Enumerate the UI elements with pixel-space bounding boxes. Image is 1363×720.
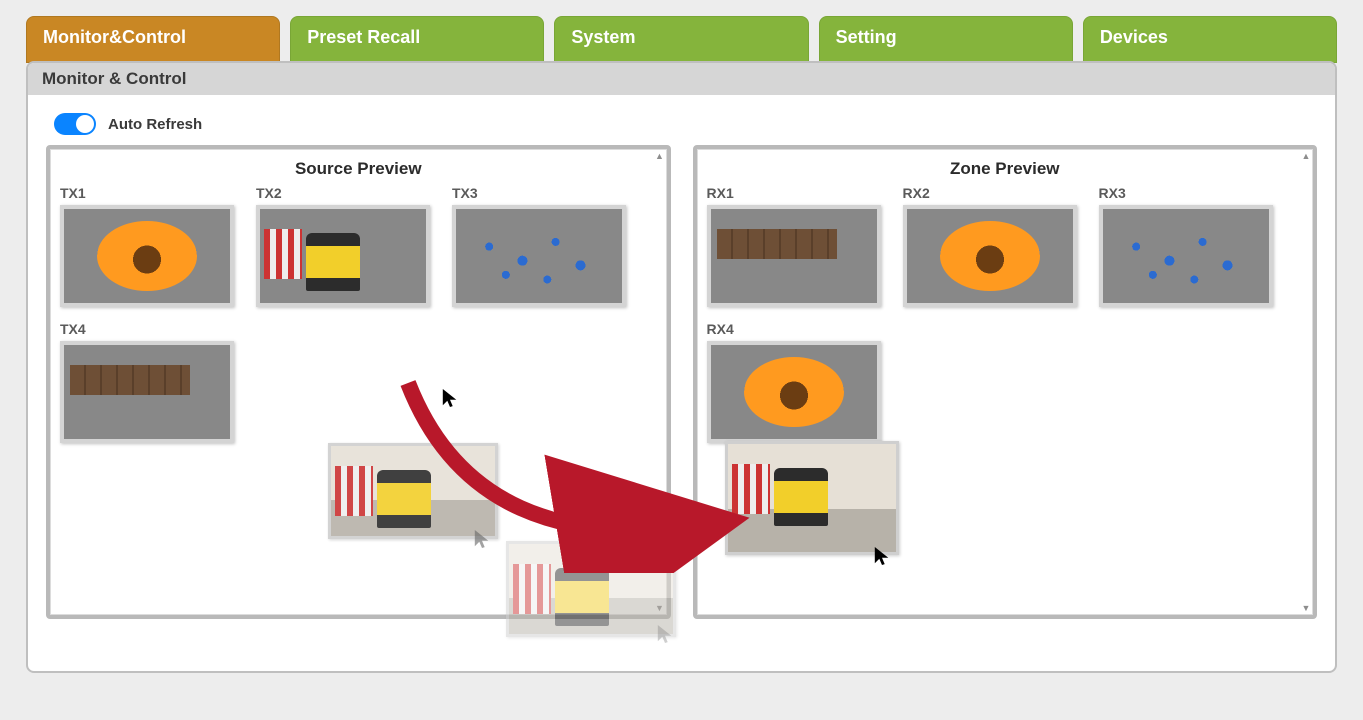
thumb-label: RX2	[903, 185, 1099, 201]
scroll-up-icon[interactable]: ▲	[655, 151, 665, 161]
source-thumb-tx2[interactable]: TX2	[256, 185, 452, 307]
zone-thumb-rx4[interactable]: RX4	[707, 321, 903, 443]
tab-label: System	[571, 27, 635, 48]
tabs: Monitor&Control Preset Recall System Set…	[26, 16, 1337, 63]
thumb-image	[452, 205, 626, 307]
panel-title: Monitor & Control	[28, 63, 1335, 95]
source-thumb-tx4[interactable]: TX4	[60, 321, 256, 443]
tab-label: Preset Recall	[307, 27, 420, 48]
tab-devices[interactable]: Devices	[1083, 16, 1337, 63]
toggle-knob	[76, 115, 94, 133]
tab-setting[interactable]: Setting	[819, 16, 1073, 63]
zone-thumb-rx2[interactable]: RX2	[903, 185, 1099, 307]
tab-monitor-control[interactable]: Monitor&Control	[26, 16, 280, 63]
drag-drop-target-overlay	[725, 441, 899, 555]
thumb-image	[256, 205, 430, 307]
source-preview-title: Source Preview	[50, 149, 667, 185]
thumb-label: RX1	[707, 185, 903, 201]
source-thumb-tx1[interactable]: TX1	[60, 185, 256, 307]
drag-ghost-2	[506, 541, 676, 637]
tab-preset-recall[interactable]: Preset Recall	[290, 16, 544, 63]
auto-refresh-row: Auto Refresh	[28, 95, 1335, 145]
thumb-label: TX2	[256, 185, 452, 201]
thumb-label: TX3	[452, 185, 648, 201]
thumb-label: TX1	[60, 185, 256, 201]
thumb-image	[1099, 205, 1273, 307]
zone-thumbs: RX1 RX2 RX3 RX4	[697, 185, 1314, 457]
thumb-image	[60, 341, 234, 443]
source-thumbs: TX1 TX2 TX3 TX4	[50, 185, 667, 457]
thumb-image	[707, 341, 881, 443]
thumb-image	[707, 205, 881, 307]
source-thumb-tx3[interactable]: TX3	[452, 185, 648, 307]
tab-label: Monitor&Control	[43, 27, 186, 48]
thumb-image	[903, 205, 1077, 307]
tab-system[interactable]: System	[554, 16, 808, 63]
tab-label: Setting	[836, 27, 897, 48]
panel-monitor-control: Monitor & Control Auto Refresh ▲ ▼ Sourc…	[26, 61, 1337, 673]
scroll-up-icon[interactable]: ▲	[1301, 151, 1311, 161]
thumb-label: TX4	[60, 321, 256, 337]
drag-ghost-1	[328, 443, 498, 539]
thumb-label: RX3	[1099, 185, 1295, 201]
zone-thumb-rx3[interactable]: RX3	[1099, 185, 1295, 307]
zone-preview-title: Zone Preview	[697, 149, 1314, 185]
scroll-down-icon[interactable]: ▼	[1301, 603, 1311, 613]
zone-thumb-rx1[interactable]: RX1	[707, 185, 903, 307]
auto-refresh-label: Auto Refresh	[108, 116, 202, 133]
thumb-image	[60, 205, 234, 307]
preview-area: ▲ ▼ Source Preview TX1 TX2 TX3	[28, 145, 1335, 619]
tab-label: Devices	[1100, 27, 1168, 48]
auto-refresh-toggle[interactable]	[54, 113, 96, 135]
thumb-label: RX4	[707, 321, 903, 337]
